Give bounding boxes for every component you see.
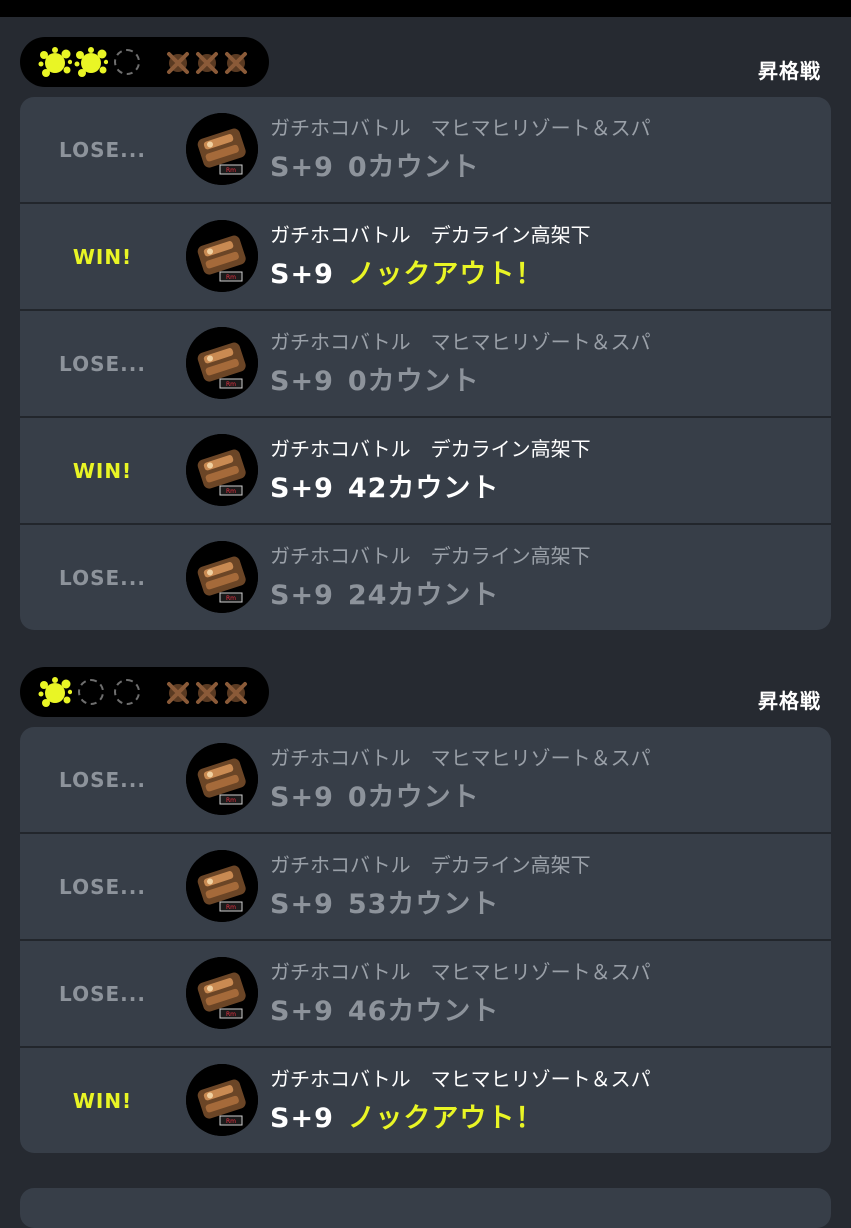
rank-label: S+9 — [270, 152, 334, 183]
promotion-battle-label: 昇格戦 — [758, 59, 821, 83]
rank-label: S+9 — [270, 1103, 334, 1134]
svg-text:Rm: Rm — [226, 488, 236, 495]
match-result-label: WIN! — [72, 458, 133, 483]
weapon-avatar-icon: Rm — [186, 850, 258, 922]
weapon-avatar-icon: Rm — [186, 541, 258, 613]
win-splat-icon — [38, 676, 73, 710]
match-result-label: LOSE... — [59, 767, 146, 792]
loss-x-icon — [194, 50, 220, 76]
weapon-avatar-icon: Rm — [186, 434, 258, 506]
rank-label: S+9 — [270, 259, 334, 290]
loss-x-icon — [223, 680, 249, 706]
win-splat-icon — [74, 46, 109, 80]
match-score: S+9 ノックアウト！ — [270, 1096, 543, 1135]
svg-text:Rm: Rm — [226, 797, 236, 804]
win-splat-icon — [38, 46, 73, 80]
match-score: S+9 24カウント — [270, 573, 499, 612]
match-score: S+9 0カウント — [270, 145, 480, 184]
weapon-avatar-icon: Rm — [186, 957, 258, 1029]
count-label: 0カウント — [347, 152, 480, 183]
match-group: 昇格戦 LOSE... Rm ガチホコバトル マヒマヒリゾート＆スパ S+9 0カウント W… — [20, 37, 831, 630]
match-mode-stage: ガチホコバトル デカライン高架下 — [270, 544, 591, 568]
promotion-battle-label: 昇格戦 — [758, 689, 821, 713]
match-result-label: WIN! — [72, 1088, 133, 1113]
match-score: S+9 ノックアウト！ — [270, 252, 543, 291]
match-mode-stage: ガチホコバトル マヒマヒリゾート＆スパ — [270, 116, 651, 140]
count-label: 42カウント — [347, 473, 500, 504]
empty-slot-icon — [78, 679, 104, 705]
weapon-avatar-icon: Rm — [186, 1064, 258, 1136]
match-result-label: WIN! — [72, 244, 133, 269]
count-label: 24カウント — [347, 580, 500, 611]
weapon-avatar-icon: Rm — [186, 327, 258, 399]
weapon-avatar-icon: Rm — [186, 220, 258, 292]
match-row[interactable]: LOSE... Rm ガチホコバトル マヒマヒリゾート＆スパ S+9 46カウント — [20, 939, 831, 1046]
loss-x-icon — [194, 680, 220, 706]
match-mode-stage: ガチホコバトル デカライン高架下 — [270, 223, 591, 247]
svg-text:Rm: Rm — [226, 1011, 236, 1018]
rank-label: S+9 — [270, 366, 334, 397]
match-score: S+9 0カウント — [270, 775, 480, 814]
match-row[interactable]: LOSE... Rm ガチホコバトル マヒマヒリゾート＆スパ S+9 0カウント — [20, 309, 831, 416]
match-row[interactable]: LOSE... Rm ガチホコバトル マヒマヒリゾート＆スパ S+9 0カウント — [20, 727, 831, 832]
match-result-label: LOSE... — [59, 981, 146, 1006]
count-label: ノックアウト！ — [347, 259, 544, 290]
match-group: 昇格戦 LOSE... Rm ガチホコバトル マヒマヒリゾート＆スパ S+9 0カウント L… — [20, 667, 831, 1153]
svg-text:Rm: Rm — [226, 1118, 236, 1125]
match-result-label: LOSE... — [59, 351, 146, 376]
rank-label: S+9 — [270, 782, 334, 813]
match-result-label: LOSE... — [59, 874, 146, 899]
match-score: S+9 53カウント — [270, 882, 499, 921]
count-label: 0カウント — [347, 366, 480, 397]
group-header: 昇格戦 — [20, 37, 831, 89]
match-score: S+9 0カウント — [270, 359, 480, 398]
empty-slot-icon — [114, 679, 140, 705]
match-card: LOSE... Rm ガチホコバトル マヒマヒリゾート＆スパ S+9 0カウント LOSE… — [20, 727, 831, 1153]
promotion-progress-pill — [20, 37, 269, 87]
svg-text:Rm: Rm — [226, 274, 236, 281]
loss-x-icon — [165, 50, 191, 76]
top-status-bar — [0, 0, 851, 17]
match-mode-stage: ガチホコバトル デカライン高架下 — [270, 437, 591, 461]
match-result-label: LOSE... — [59, 137, 146, 162]
match-card: LOSE... Rm ガチホコバトル マヒマヒリゾート＆スパ S+9 0カウント WIN!… — [20, 97, 831, 630]
match-mode-stage: ガチホコバトル マヒマヒリゾート＆スパ — [270, 330, 651, 354]
svg-text:Rm: Rm — [226, 904, 236, 911]
promotion-progress-pill — [20, 667, 269, 717]
count-label: ノックアウト！ — [347, 1103, 544, 1134]
match-result-label: LOSE... — [59, 565, 146, 590]
match-row[interactable]: LOSE... Rm ガチホコバトル デカライン高架下 S+9 24カウント — [20, 523, 831, 630]
match-row[interactable]: LOSE... Rm ガチホコバトル デカライン高架下 S+9 53カウント — [20, 832, 831, 939]
match-score: S+9 42カウント — [270, 466, 499, 505]
svg-text:Rm: Rm — [226, 381, 236, 388]
count-label: 53カウント — [347, 889, 500, 920]
next-group-card[interactable] — [20, 1188, 831, 1228]
weapon-avatar-icon: Rm — [186, 743, 258, 815]
svg-text:Rm: Rm — [226, 167, 236, 174]
match-row[interactable]: LOSE... Rm ガチホコバトル マヒマヒリゾート＆スパ S+9 0カウント — [20, 97, 831, 202]
match-score: S+9 46カウント — [270, 989, 499, 1028]
count-label: 46カウント — [347, 996, 500, 1027]
weapon-avatar-icon: Rm — [186, 113, 258, 185]
svg-text:Rm: Rm — [226, 595, 236, 602]
match-mode-stage: ガチホコバトル マヒマヒリゾート＆スパ — [270, 1067, 651, 1091]
match-row[interactable]: WIN! Rm ガチホコバトル マヒマヒリゾート＆スパ S+9 ノックアウト！ — [20, 1046, 831, 1153]
rank-label: S+9 — [270, 473, 334, 504]
rank-label: S+9 — [270, 996, 334, 1027]
count-label: 0カウント — [347, 782, 480, 813]
loss-x-icon — [223, 50, 249, 76]
loss-x-icon — [165, 680, 191, 706]
match-mode-stage: ガチホコバトル デカライン高架下 — [270, 853, 591, 877]
rank-label: S+9 — [270, 889, 334, 920]
rank-label: S+9 — [270, 580, 334, 611]
group-header: 昇格戦 — [20, 667, 831, 719]
empty-slot-icon — [114, 49, 140, 75]
match-mode-stage: ガチホコバトル マヒマヒリゾート＆スパ — [270, 746, 651, 770]
match-mode-stage: ガチホコバトル マヒマヒリゾート＆スパ — [270, 960, 651, 984]
match-row[interactable]: WIN! Rm ガチホコバトル デカライン高架下 S+9 ノックアウト！ — [20, 202, 831, 309]
match-row[interactable]: WIN! Rm ガチホコバトル デカライン高架下 S+9 42カウント — [20, 416, 831, 523]
